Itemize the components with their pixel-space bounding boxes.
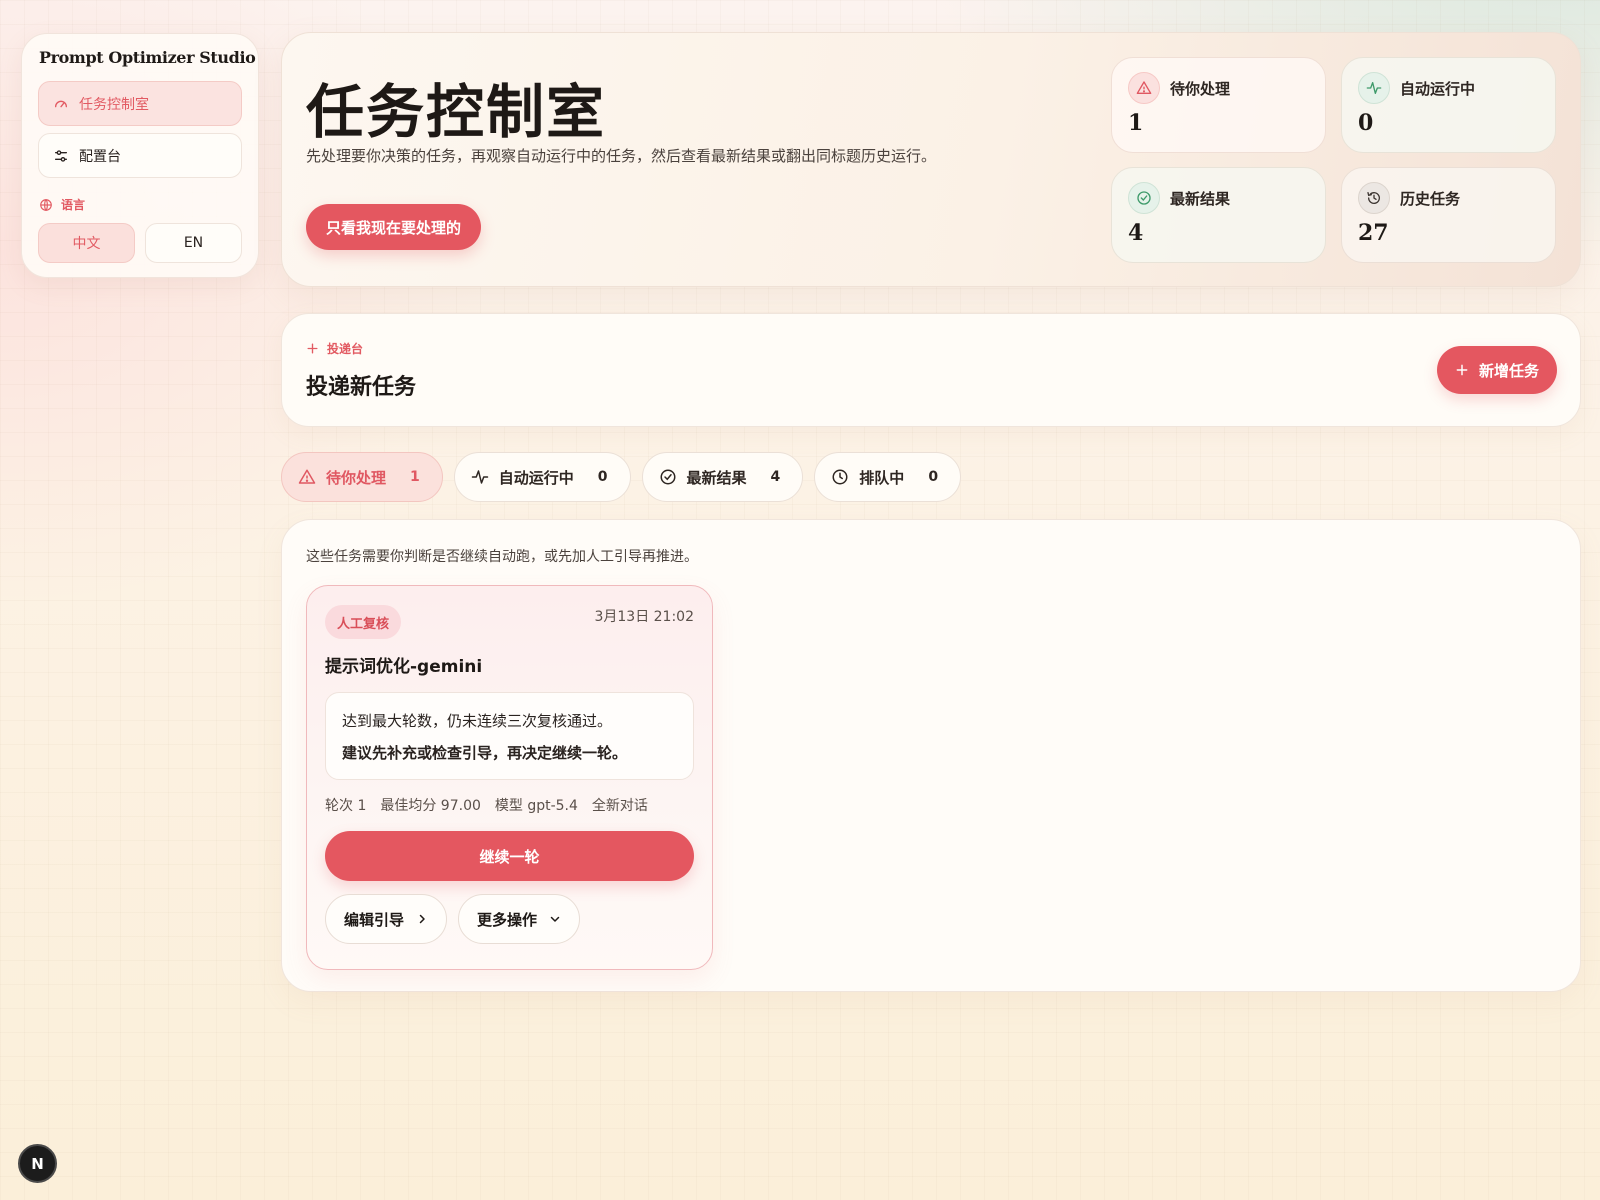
language-switcher: 中文 EN — [38, 223, 242, 263]
page-description: 先处理要你决策的任务，再观察自动运行中的任务，然后查看最新结果或翻出同标题历史运… — [306, 147, 937, 165]
tab-running[interactable]: 自动运行中 0 — [453, 452, 631, 502]
more-actions-button[interactable]: 更多操作 — [458, 894, 581, 944]
stat-label: 最新结果 — [1170, 189, 1231, 208]
meta-conversation: 全新对话 — [591, 798, 648, 814]
tasks-panel: 这些任务需要你判断是否继续自动跑，或先加人工引导再推进。 人工复核 3月13日 … — [281, 519, 1581, 992]
sliders-icon — [55, 149, 67, 162]
language-zh-button[interactable]: 中文 — [38, 223, 135, 263]
note-line: 达到最大轮数，仍未连续三次复核通过。 — [342, 712, 613, 730]
tab-pending[interactable]: 待你处理 1 — [281, 452, 443, 502]
stat-value: 4 — [1128, 220, 1144, 246]
plus-icon — [307, 343, 318, 354]
filter-actionable-button[interactable]: 只看我现在要处理的 — [306, 204, 482, 250]
sidebar-item-config[interactable]: 配置台 — [38, 133, 242, 178]
tab-label: 排队中 — [859, 468, 905, 487]
stat-value: 0 — [1358, 110, 1374, 136]
dispatch-panel: 投递台 投递新任务 新增任务 — [281, 313, 1581, 427]
stat-value: 27 — [1358, 220, 1389, 246]
sidebar-item-label: 任务控制室 — [79, 96, 149, 113]
history-icon — [1358, 182, 1390, 214]
task-card: 人工复核 3月13日 21:02 提示词优化-gemini 达到最大轮数，仍未连… — [306, 585, 713, 970]
check-circle-icon — [660, 469, 676, 485]
clock-icon — [832, 469, 848, 485]
tab-count: 0 — [597, 469, 608, 485]
meta-model: 模型 gpt-5.4 — [494, 798, 578, 814]
task-timestamp: 3月13日 21:02 — [594, 609, 694, 625]
card-actions: 编辑引导 更多操作 — [325, 894, 581, 944]
tab-queued[interactable]: 排队中 0 — [814, 452, 962, 502]
tab-label: 自动运行中 — [498, 468, 574, 487]
alert-triangle-icon — [1128, 72, 1160, 104]
stat-latest-results[interactable]: 最新结果 4 — [1111, 167, 1326, 263]
globe-icon — [40, 198, 52, 211]
tab-label: 最新结果 — [686, 468, 747, 487]
brand-title: Prompt Optimizer Studio — [39, 48, 256, 67]
continue-round-button[interactable]: 继续一轮 — [325, 831, 694, 881]
dev-indicator-button[interactable]: N — [18, 1144, 57, 1183]
tab-label: 待你处理 — [326, 468, 387, 487]
edit-guidance-button[interactable]: 编辑引导 — [325, 894, 448, 944]
task-title: 提示词优化-gemini — [325, 657, 483, 677]
hero-panel: 任务控制室 先处理要你决策的任务，再观察自动运行中的任务，然后查看最新结果或翻出… — [281, 32, 1581, 287]
plus-icon — [1456, 364, 1468, 376]
add-task-button[interactable]: 新增任务 — [1436, 346, 1557, 394]
tab-latest-results[interactable]: 最新结果 4 — [641, 452, 804, 502]
activity-icon — [471, 470, 489, 484]
tab-count: 1 — [410, 469, 420, 485]
dispatch-title: 投递新任务 — [306, 374, 417, 400]
panel-description: 这些任务需要你判断是否继续自动跑，或先加人工引导再推进。 — [306, 549, 698, 565]
language-label: 语言 — [39, 196, 242, 213]
sidebar-item-task-control[interactable]: 任务控制室 — [38, 81, 242, 126]
sidebar: Prompt Optimizer Studio 任务控制室 配置台 语言 中文 … — [21, 33, 259, 278]
dispatch-label: 投递台 — [306, 340, 363, 357]
tab-count: 4 — [770, 469, 781, 485]
alert-triangle-icon — [298, 469, 316, 484]
stat-history[interactable]: 历史任务 27 — [1341, 167, 1556, 263]
stat-pending[interactable]: 待你处理 1 — [1111, 57, 1326, 153]
stat-running[interactable]: 自动运行中 0 — [1341, 57, 1556, 153]
task-meta: 轮次 1 最佳均分 97.00 模型 gpt-5.4 全新对话 — [325, 795, 648, 815]
meta-best-score: 最佳均分 97.00 — [380, 798, 481, 814]
language-en-button[interactable]: EN — [145, 223, 242, 263]
gauge-icon — [55, 100, 67, 107]
meta-round: 轮次 1 — [325, 798, 367, 814]
stat-value: 1 — [1128, 110, 1144, 136]
stat-label: 待你处理 — [1170, 79, 1231, 98]
sidebar-item-label: 配置台 — [79, 148, 121, 165]
chevron-down-icon — [550, 916, 560, 922]
page-title: 任务控制室 — [306, 78, 607, 146]
task-tabs: 待你处理 1 自动运行中 0 最新结果 4 排队中 0 — [281, 452, 962, 502]
status-badge: 人工复核 — [325, 605, 402, 639]
stat-label: 自动运行中 — [1400, 79, 1476, 98]
activity-icon — [1358, 72, 1390, 104]
check-circle-icon — [1128, 182, 1160, 214]
tab-count: 0 — [928, 469, 939, 485]
note-line: 建议先补充或检查引导，再决定继续一轮。 — [342, 744, 628, 762]
chevron-right-icon — [419, 914, 425, 924]
task-note: 达到最大轮数，仍未连续三次复核通过。 建议先补充或检查引导，再决定继续一轮。 — [325, 692, 694, 780]
stat-label: 历史任务 — [1400, 189, 1461, 208]
